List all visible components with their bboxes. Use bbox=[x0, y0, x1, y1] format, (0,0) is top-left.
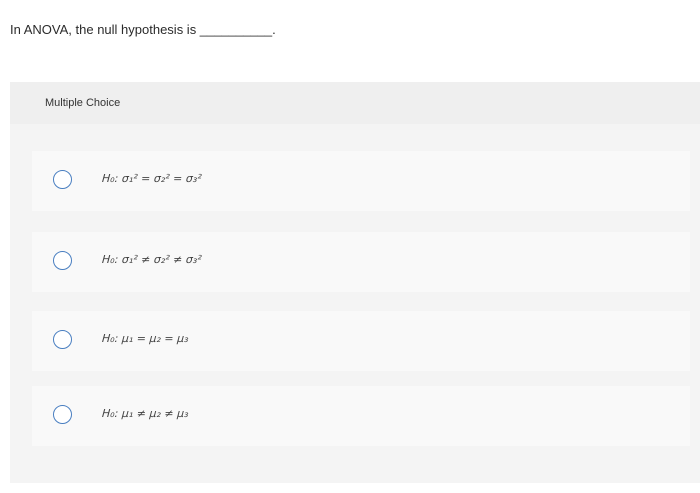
answer-panel: Multiple Choice H₀: σ₁² = σ₂² = σ₃² H₀: … bbox=[10, 82, 700, 483]
radio-button-3[interactable] bbox=[53, 330, 72, 349]
radio-button-1[interactable] bbox=[53, 170, 72, 189]
radio-button-4[interactable] bbox=[53, 405, 72, 424]
panel-header: Multiple Choice bbox=[10, 82, 700, 124]
option-4-text: H₀: μ₁ ≠ μ₂ ≠ μ₃ bbox=[101, 407, 189, 420]
option-3[interactable]: H₀: μ₁ = μ₂ = μ₃ bbox=[32, 311, 690, 371]
option-1[interactable]: H₀: σ₁² = σ₂² = σ₃² bbox=[32, 151, 690, 211]
question-text: In ANOVA, the null hypothesis is _______… bbox=[10, 22, 276, 37]
option-4[interactable]: H₀: μ₁ ≠ μ₂ ≠ μ₃ bbox=[32, 386, 690, 446]
option-2[interactable]: H₀: σ₁² ≠ σ₂² ≠ σ₃² bbox=[32, 232, 690, 292]
option-3-text: H₀: μ₁ = μ₂ = μ₃ bbox=[101, 332, 189, 345]
radio-button-2[interactable] bbox=[53, 251, 72, 270]
multiple-choice-label: Multiple Choice bbox=[45, 97, 121, 109]
option-1-text: H₀: σ₁² = σ₂² = σ₃² bbox=[101, 172, 203, 185]
option-2-text: H₀: σ₁² ≠ σ₂² ≠ σ₃² bbox=[101, 253, 203, 266]
